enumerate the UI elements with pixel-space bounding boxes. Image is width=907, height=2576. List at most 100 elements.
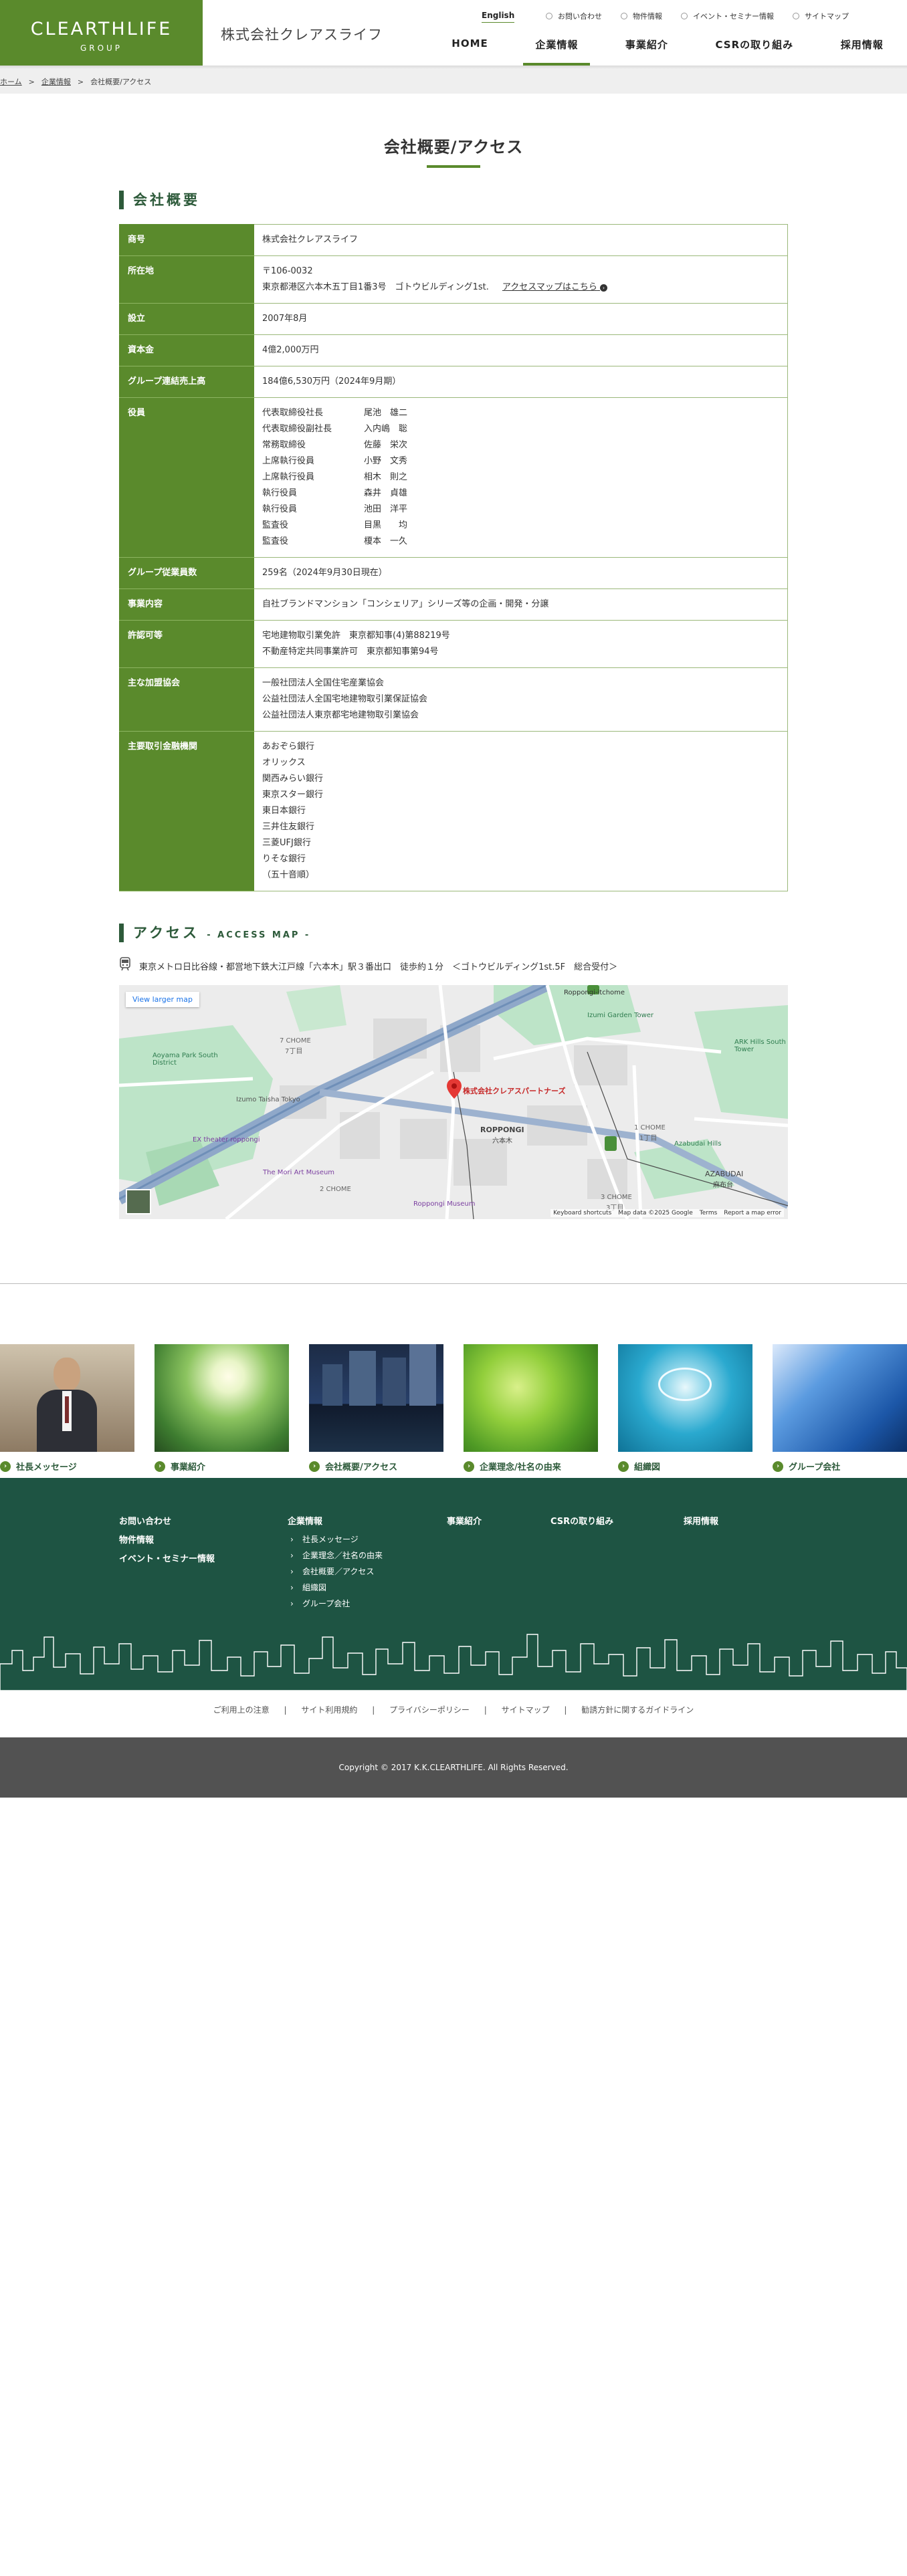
breadcrumb-company[interactable]: 企業情報: [41, 76, 71, 87]
card-business[interactable]: › 事業紹介: [155, 1344, 289, 1473]
footer-link-privacy[interactable]: プライバシーポリシー: [389, 1705, 470, 1715]
util-sitemap[interactable]: サイトマップ: [793, 11, 849, 21]
officer-row: 執行役員 池田 洋平: [262, 502, 779, 518]
logo-text: CLEARTHLIFE: [30, 19, 173, 39]
row-label: 主要取引金融機関: [119, 731, 254, 891]
company-info-table: 商号 株式会社クレアスライフ 所在地 〒106-0032 東京都港区六本木五丁目…: [119, 224, 788, 891]
row-value: 自社ブランドマンション「コンシェリア」シリーズ等の企画・開発・分譲: [254, 588, 788, 621]
card-label: グループ会社: [789, 1463, 841, 1473]
row-value: 株式会社クレアスライフ: [254, 224, 788, 256]
util-label: サイトマップ: [805, 12, 849, 21]
nav-business[interactable]: 事業紹介: [617, 37, 676, 66]
footer-sublink[interactable]: 組織図: [288, 1580, 383, 1596]
embedded-map[interactable]: 株式会社クレアスパートナーズ View larger map 7 CHOME 7…: [119, 985, 788, 1219]
map-label: 3 CHOME: [601, 1194, 632, 1201]
keyboard-shortcuts-link[interactable]: Keyboard shortcuts: [553, 1210, 611, 1216]
nav-home[interactable]: HOME: [443, 37, 496, 66]
map-terms-link[interactable]: Terms: [700, 1210, 718, 1216]
card-company-access[interactable]: › 会社概要/アクセス: [309, 1344, 443, 1473]
section-heading-text: アクセス: [133, 925, 199, 941]
view-larger-map-button[interactable]: View larger map: [126, 992, 199, 1007]
page-title: 会社概要/アクセス: [383, 138, 524, 156]
footer-link-company[interactable]: 企業情報: [288, 1513, 383, 1531]
arrow-icon: ›: [464, 1461, 474, 1472]
officer-role: 常務取締役: [262, 440, 306, 450]
footer-link-notice[interactable]: ご利用上の注意: [213, 1705, 270, 1715]
map-label: 1丁目: [639, 1135, 658, 1142]
nav-recruit[interactable]: 採用情報: [833, 37, 892, 66]
card-image: [309, 1344, 443, 1452]
footer-link-solicitation[interactable]: 勧誘方針に関するガイドライン: [581, 1705, 694, 1715]
footer-link-terms[interactable]: サイト利用規約: [301, 1705, 357, 1715]
officer-name: 榎本 一久: [364, 536, 408, 546]
address-text: 東京都港区六本木五丁目1番3号 ゴトウビルディング1st.: [262, 282, 489, 292]
footer-link-events[interactable]: イベント・セミナー情報: [119, 1550, 215, 1569]
card-philosophy[interactable]: › 企業理念/社名の由来: [464, 1344, 598, 1473]
util-events[interactable]: イベント・セミナー情報: [681, 11, 774, 21]
map-data-text: Map data ©2025 Google: [618, 1210, 693, 1216]
postal-code: 〒106-0032: [262, 266, 313, 276]
footer-link-property[interactable]: 物件情報: [119, 1531, 215, 1550]
map-pin-icon[interactable]: [447, 1079, 462, 1099]
breadcrumb: ホーム > 企業情報 > 会社概要/アクセス: [0, 70, 907, 94]
util-contact[interactable]: お問い合わせ: [546, 11, 602, 21]
map-pin-label: 株式会社クレアスパートナーズ: [463, 1087, 566, 1095]
map-label: Roppongi-itchome: [564, 989, 625, 996]
card-organization[interactable]: › 組織図: [618, 1344, 752, 1473]
table-row: 事業内容 自社ブランドマンション「コンシェリア」シリーズ等の企画・開発・分譲: [119, 588, 788, 621]
access-map-link[interactable]: アクセスマップはこちら ›: [502, 282, 608, 292]
row-value: 一般社団法人全国住宅産業協会 公益社団法人全国宅地建物取引業保証協会 公益社団法…: [254, 667, 788, 732]
footer-col-1: お問い合わせ 物件情報 イベント・セミナー情報: [119, 1513, 215, 1569]
footer-sublink[interactable]: 会社概要／アクセス: [288, 1564, 383, 1580]
breadcrumb-separator: >: [28, 77, 35, 86]
nav-company[interactable]: 企業情報: [523, 37, 591, 66]
footer-sublink[interactable]: グループ会社: [288, 1596, 383, 1612]
report-map-error-link[interactable]: Report a map error: [724, 1210, 781, 1216]
card-label: 事業紹介: [171, 1463, 206, 1473]
breadcrumb-current: 会社概要/アクセス: [90, 78, 152, 86]
card-president-message[interactable]: › 社長メッセージ: [0, 1344, 134, 1473]
breadcrumb-separator: >: [77, 77, 84, 86]
map-label: 7丁目: [285, 1048, 303, 1055]
nav-csr[interactable]: CSRの取り組み: [707, 37, 801, 66]
circle-arrow-icon: ›: [600, 284, 608, 292]
map-thumbnail[interactable]: [126, 1189, 151, 1214]
company-name: 株式会社クレアスライフ: [221, 27, 383, 43]
footer-sublink[interactable]: 企業理念／社名の由来: [288, 1547, 383, 1564]
util-label: お問い合わせ: [558, 12, 602, 21]
footer-sublink[interactable]: 社長メッセージ: [288, 1531, 383, 1547]
officer-role: 代表取締役副社長: [262, 424, 332, 434]
row-value: 宅地建物取引業免許 東京都知事(4)第88219号 不動産特定共同事業許可 東京…: [254, 620, 788, 668]
bank-item: 関西みらい銀行: [262, 774, 324, 784]
officer-role: 監査役: [262, 520, 289, 530]
building-shape: [409, 1344, 436, 1406]
row-label: 許認可等: [119, 620, 254, 668]
footer-bottom-links: ご利用上の注意 | サイト利用規約 | プライバシーポリシー | サイトマップ …: [0, 1704, 907, 1715]
officer-row: 上席執行役員 小野 文秀: [262, 453, 779, 469]
card-label: 組織図: [634, 1463, 661, 1473]
english-link[interactable]: English: [482, 11, 515, 23]
util-property[interactable]: 物件情報: [621, 11, 662, 21]
arrow-icon: ›: [618, 1461, 629, 1472]
card-group-companies[interactable]: › グループ会社: [773, 1344, 907, 1473]
footer-link-recruit[interactable]: 採用情報: [684, 1517, 718, 1527]
officer-role: 上席執行役員: [262, 456, 315, 466]
arrow-icon: ›: [0, 1461, 11, 1472]
building-shape: [383, 1358, 406, 1406]
row-label: 商号: [119, 224, 254, 256]
officer-row: 上席執行役員 相木 則之: [262, 469, 779, 486]
route-text: 東京メトロ日比谷線・都営地下鉄大江戸線「六本木」駅３番出口 徒歩約１分 ＜ゴトウ…: [139, 962, 618, 972]
officer-role: 執行役員: [262, 504, 298, 514]
map-label: EX theater roppongi: [193, 1136, 260, 1144]
association-item: 公益社団法人東京都宅地建物取引業協会: [262, 710, 419, 720]
footer-link-contact[interactable]: お問い合わせ: [119, 1513, 215, 1531]
breadcrumb-home[interactable]: ホーム: [0, 76, 22, 87]
table-row: グループ連結売上高 184億6,530万円（2024年9月期）: [119, 366, 788, 398]
row-value: 2007年8月: [254, 303, 788, 335]
footer-link-business[interactable]: 事業紹介: [447, 1517, 482, 1527]
footer-link-csr[interactable]: CSRの取り組み: [550, 1517, 613, 1527]
footer-link-sitemap[interactable]: サイトマップ: [502, 1705, 550, 1715]
footer-col-2: 企業情報 社長メッセージ 企業理念／社名の由来 会社概要／アクセス 組織図 グル…: [288, 1513, 383, 1612]
site-logo[interactable]: CLEARTHLIFE GROUP: [0, 0, 203, 66]
officer-name: 小野 文秀: [364, 456, 408, 466]
